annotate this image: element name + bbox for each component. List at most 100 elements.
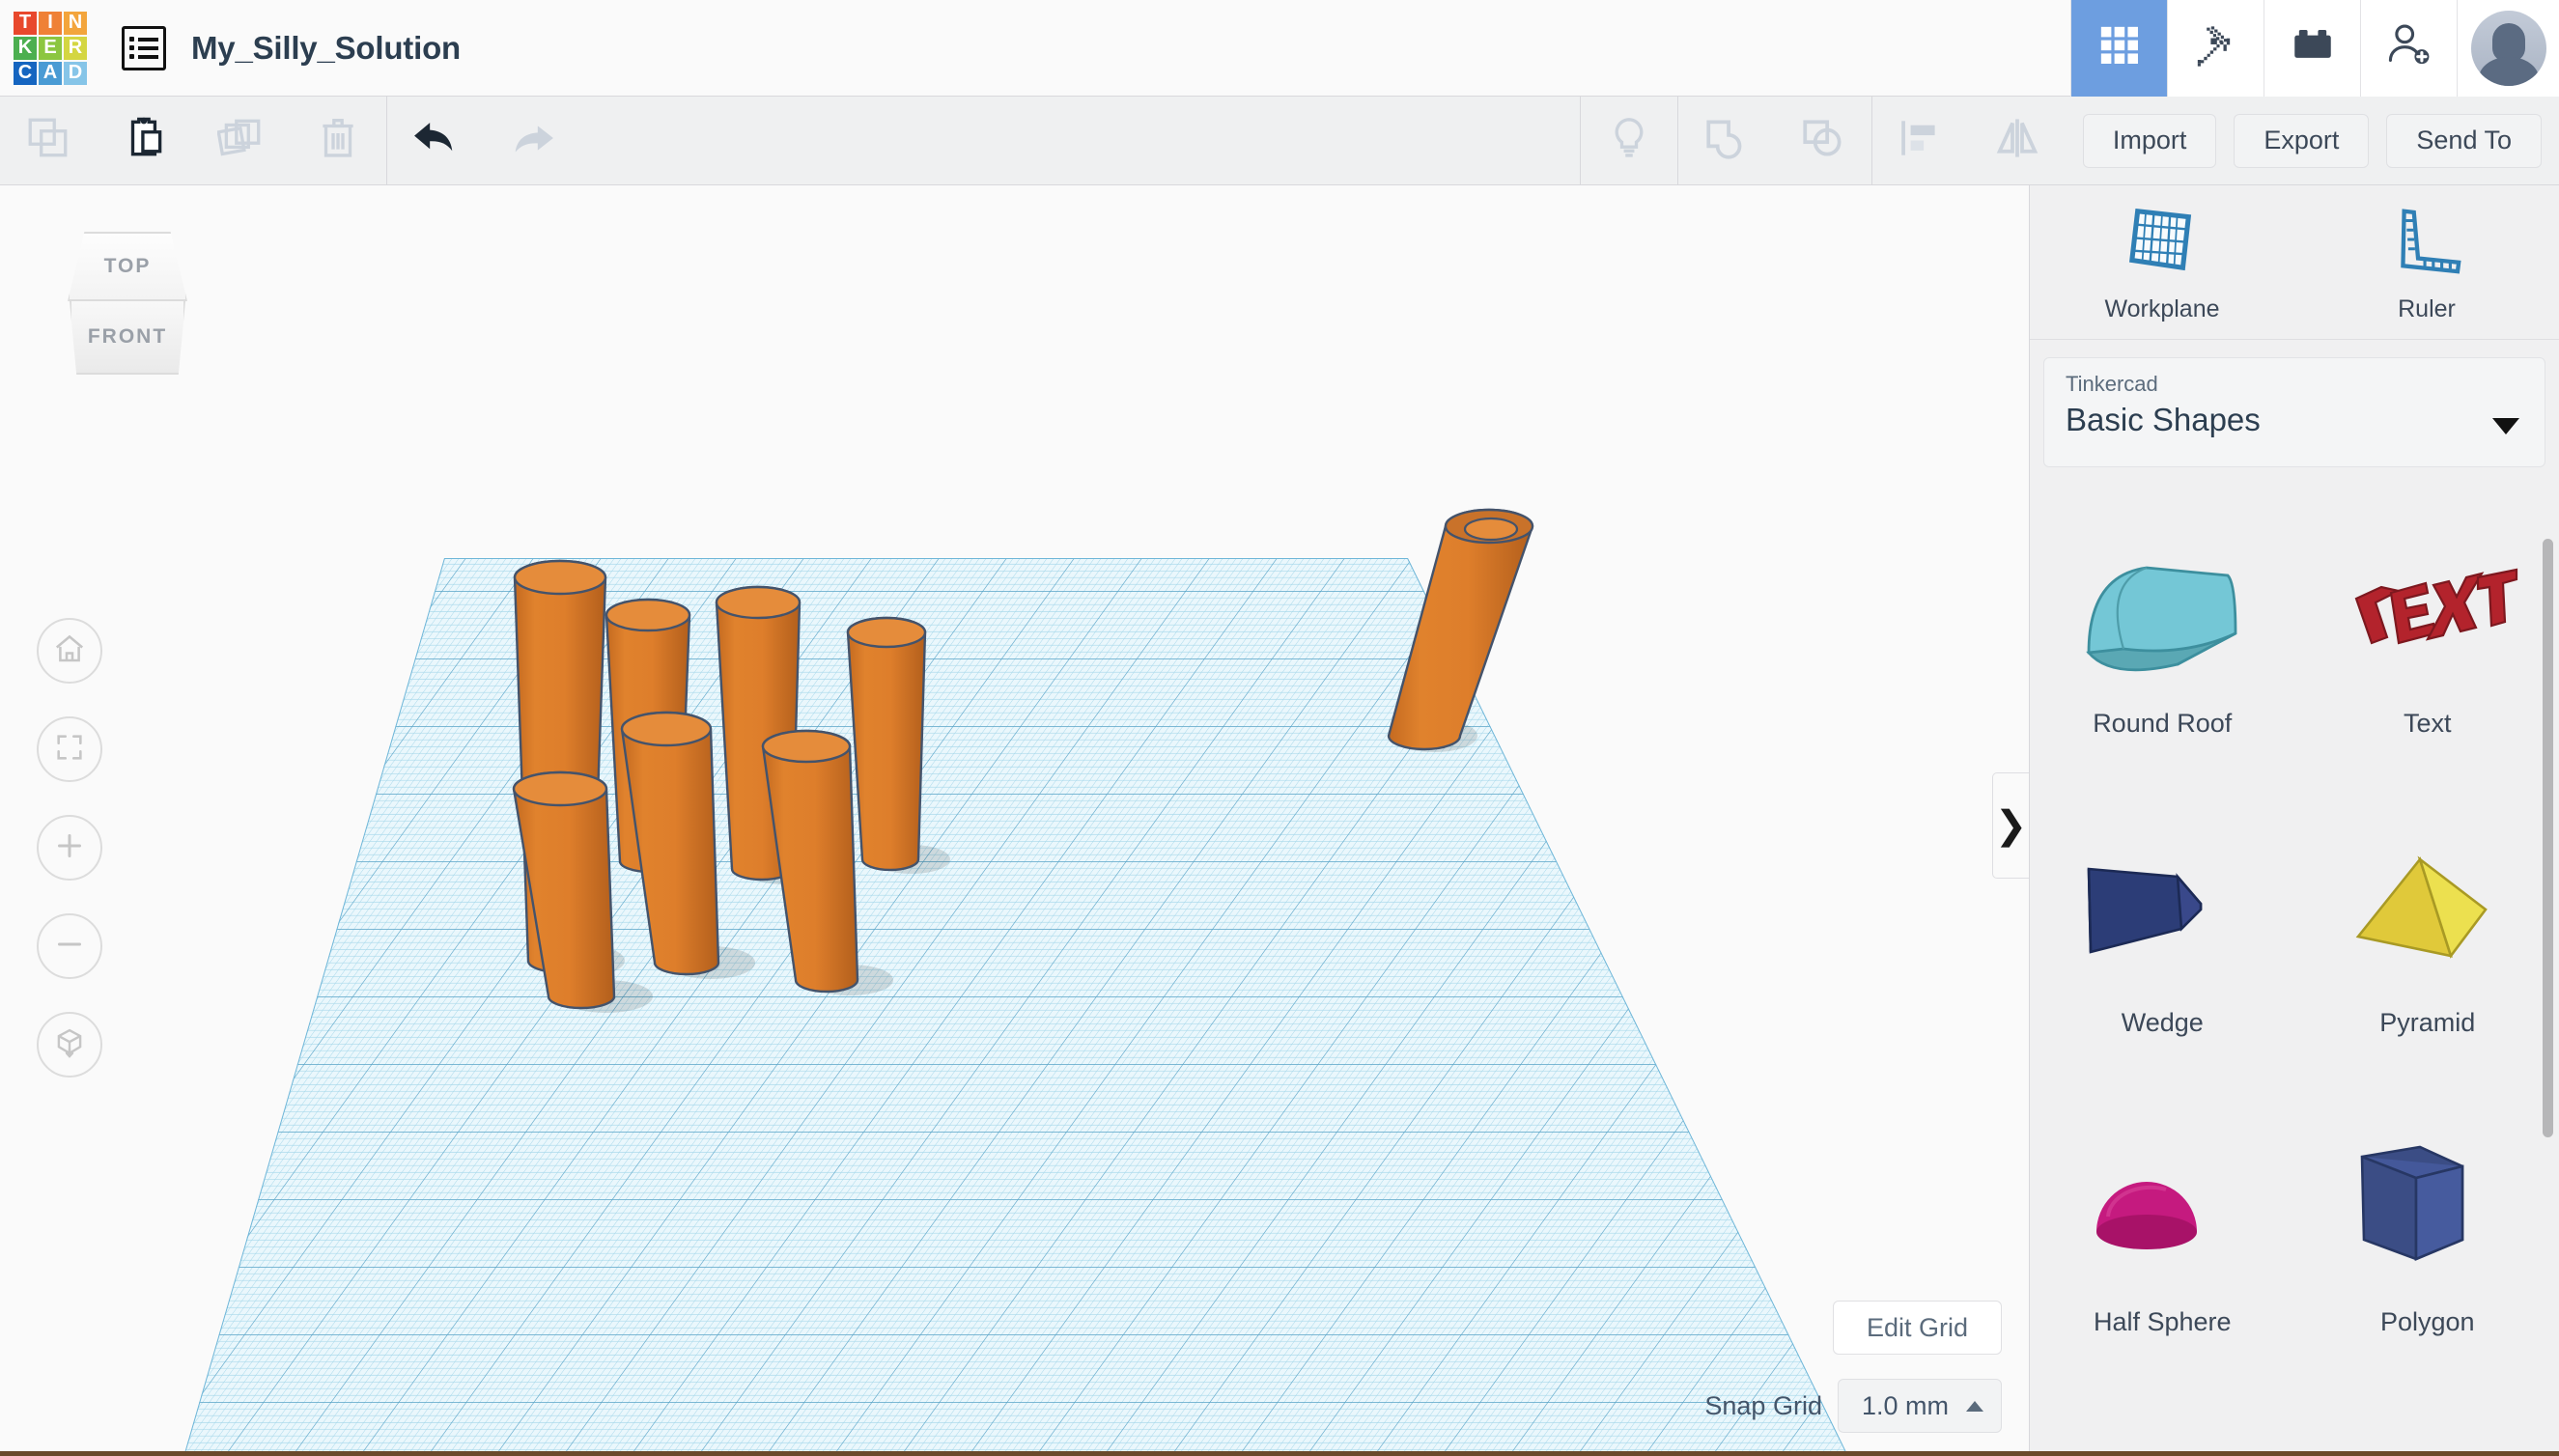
logo-tile-n: N [64,12,87,35]
tab-minecraft[interactable] [2167,0,2264,97]
avatar [2471,11,2546,86]
redo-arrow-icon [505,111,559,170]
chevron-down-icon [2492,418,2519,434]
logo-tile-a: A [39,62,62,85]
caret-up-icon [1966,1401,1983,1412]
text-thumbnail [2331,521,2524,705]
delete-button[interactable] [290,97,386,185]
group-button[interactable] [1678,97,1775,185]
tab-gallery[interactable] [2070,0,2167,97]
zoom-out-button[interactable] [37,913,102,979]
panel-tool-row: Workplane Ruler [2030,185,2559,340]
mirror-icon [1993,114,2041,167]
shape-label: Polygon [2380,1307,2475,1337]
align-icon [1897,114,1945,167]
user-menu[interactable] [2457,0,2559,97]
send-to-button[interactable]: Send To [2386,114,2542,168]
lego-brick-icon [2289,21,2337,74]
library-vendor: Tinkercad [2066,372,2523,397]
shape-gallery[interactable]: Round Roof Text [2030,487,2559,1456]
tinkercad-logo[interactable]: T I N K E R C A D [14,12,87,85]
shape-item-pyramid[interactable]: Pyramid [2295,786,2559,1085]
shape-item-polygon[interactable]: Polygon [2295,1085,2559,1385]
shape-gallery-scrollbar[interactable] [2543,539,2553,1137]
snap-grid-value: 1.0 mm [1862,1391,1949,1421]
copy-button[interactable] [0,97,97,185]
wedge-thumbnail [2066,821,2259,1004]
ruler-tool[interactable]: Ruler [2294,185,2559,339]
workplane-grid [0,475,2029,1456]
logo-tile-i: I [39,12,62,35]
copy-icon [24,114,72,167]
view-cube-top[interactable]: TOP [68,232,187,301]
duplicate-button[interactable] [193,97,290,185]
round-roof-thumbnail [2066,521,2259,705]
pyramid-thumbnail [2331,821,2524,1004]
logo-tile-d: D [64,62,87,85]
zoom-in-button[interactable] [37,815,102,881]
snap-grid-select[interactable]: 1.0 mm [1838,1379,2002,1433]
view-cube[interactable]: TOP FRONT [60,232,195,375]
snap-grid-control: Snap Grid 1.0 mm [1704,1379,2002,1433]
shape-library-select[interactable]: Tinkercad Basic Shapes [2043,357,2545,467]
library-name: Basic Shapes [2066,402,2523,438]
add-person-icon [2385,21,2433,74]
logo-tile-k: K [14,37,37,60]
projection-toggle-button[interactable] [37,1012,102,1078]
view-cube-front[interactable]: FRONT [70,301,185,375]
plus-icon [52,828,87,868]
top-header-bar: T I N K E R C A D My_Silly_Solution [0,0,2559,97]
logo-tile-c: C [14,62,37,85]
box-projection-icon [52,1025,87,1065]
header-tabs [2070,0,2559,97]
fit-to-view-button[interactable] [37,716,102,782]
right-side-panel: Workplane Ruler T [2029,185,2559,1456]
view-controls [37,618,102,1078]
tinkercad-app: T I N K E R C A D My_Silly_Solution [0,0,2559,1456]
fit-frame-icon [53,731,86,769]
minus-icon [52,927,87,966]
panel-collapse-toggle[interactable]: ❯ [1992,772,2029,879]
polygon-thumbnail [2331,1120,2524,1303]
undo-arrow-icon [408,111,463,170]
grid-icon [2097,23,2142,72]
tab-blocks[interactable] [2264,0,2360,97]
snap-grid-label: Snap Grid [1704,1391,1822,1421]
shape-item-round-roof[interactable]: Round Roof [2030,487,2295,786]
export-button[interactable]: Export [2234,114,2369,168]
edit-grid-button[interactable]: Edit Grid [1833,1301,2002,1355]
import-button[interactable]: Import [2083,114,2217,168]
tab-invite[interactable] [2360,0,2457,97]
ungroup-shapes-icon [1799,114,1847,167]
paste-clipboard-icon [121,114,169,167]
mirror-button[interactable] [1969,97,2066,185]
redo-button[interactable] [484,97,580,185]
hints-button[interactable] [1581,97,1677,185]
shape-item-wedge[interactable]: Wedge [2030,786,2295,1085]
group-shapes-icon [1702,114,1751,167]
logo-tile-e: E [39,37,62,60]
edit-toolbar: Import Export Send To [0,97,2559,185]
shape-label: Wedge [2122,1008,2204,1038]
shape-item-text[interactable]: Text [2295,487,2559,786]
shape-item-half-sphere[interactable]: Half Sphere [2030,1085,2295,1385]
home-view-button[interactable] [37,618,102,684]
3d-viewport[interactable]: Workplane [0,185,2029,1456]
pickaxe-icon [2192,21,2240,74]
trash-icon [314,114,362,167]
bottom-accent-strip [0,1451,2559,1456]
paste-button[interactable] [97,97,193,185]
hamburger-list-icon[interactable] [122,26,166,70]
shape-label: Text [2404,709,2452,739]
home-icon [52,631,87,671]
shape-label: Round Roof [2093,709,2232,739]
lightbulb-icon [1605,114,1653,167]
ruler-tool-label: Ruler [2398,295,2456,323]
ungroup-button[interactable] [1775,97,1871,185]
logo-tile-r: R [64,37,87,60]
workplane-tool[interactable]: Workplane [2030,185,2294,339]
undo-button[interactable] [387,97,484,185]
align-button[interactable] [1872,97,1969,185]
page-title[interactable]: My_Silly_Solution [191,30,461,67]
half-sphere-thumbnail [2066,1120,2259,1303]
